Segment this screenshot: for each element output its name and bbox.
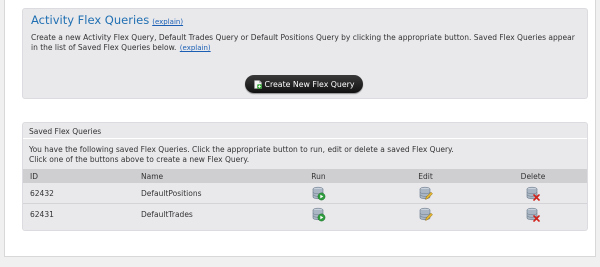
database-edit-icon[interactable] — [419, 207, 433, 222]
saved-description-line1: You have the following saved Flex Querie… — [29, 145, 454, 154]
database-run-icon[interactable] — [312, 186, 326, 201]
query-name: DefaultTrades — [141, 209, 193, 219]
query-name: DefaultPositions — [134, 183, 265, 204]
database-edit-icon[interactable] — [419, 186, 433, 201]
page-title: Activity Flex Queries (explain) — [31, 13, 183, 27]
column-header-name: Name — [134, 169, 265, 183]
database-delete-icon[interactable] — [526, 186, 540, 201]
create-button-label: Create New Flex Query — [264, 79, 355, 89]
description: Create a new Activity Flex Query, Defaul… — [31, 33, 579, 53]
table-header: ID Name Run Edit Delete — [23, 169, 587, 183]
database-run-icon[interactable] — [312, 207, 326, 222]
activity-flex-queries-panel: Activity Flex Queries (explain) Create a … — [22, 8, 588, 99]
saved-flex-queries-panel: Saved Flex Queries You have the followin… — [22, 122, 588, 231]
explain-link[interactable]: (explain) — [152, 18, 183, 26]
saved-queries-table: ID Name Run Edit Delete 62432 DefaultPos… — [23, 169, 587, 224]
saved-description-line2: Click one of the buttons above to create… — [29, 155, 250, 164]
column-header-run: Run — [265, 169, 372, 183]
database-delete-icon[interactable] — [526, 207, 540, 222]
new-document-icon — [253, 79, 262, 89]
content-container: Activity Flex Queries (explain) Create a … — [4, 0, 596, 257]
table-row: 62432 DefaultPositions — [23, 183, 587, 204]
column-header-delete: Delete — [479, 169, 587, 183]
query-id: 62432 — [23, 183, 134, 204]
column-header-edit: Edit — [372, 169, 479, 183]
saved-section-title: Saved Flex Queries — [29, 127, 102, 136]
description-explain-link[interactable]: (explain) — [180, 44, 211, 52]
page-title-text: Activity Flex Queries — [31, 13, 150, 27]
query-id: 62431 — [30, 209, 54, 219]
saved-description: You have the following saved Flex Querie… — [29, 145, 454, 165]
description-text: Create a new Activity Flex Query, Defaul… — [31, 33, 575, 52]
section-divider — [23, 138, 587, 139]
create-new-flex-query-button[interactable]: Create New Flex Query — [245, 75, 363, 93]
table-row: 62431 DefaultTrades — [23, 204, 587, 225]
column-header-id: ID — [23, 169, 134, 183]
